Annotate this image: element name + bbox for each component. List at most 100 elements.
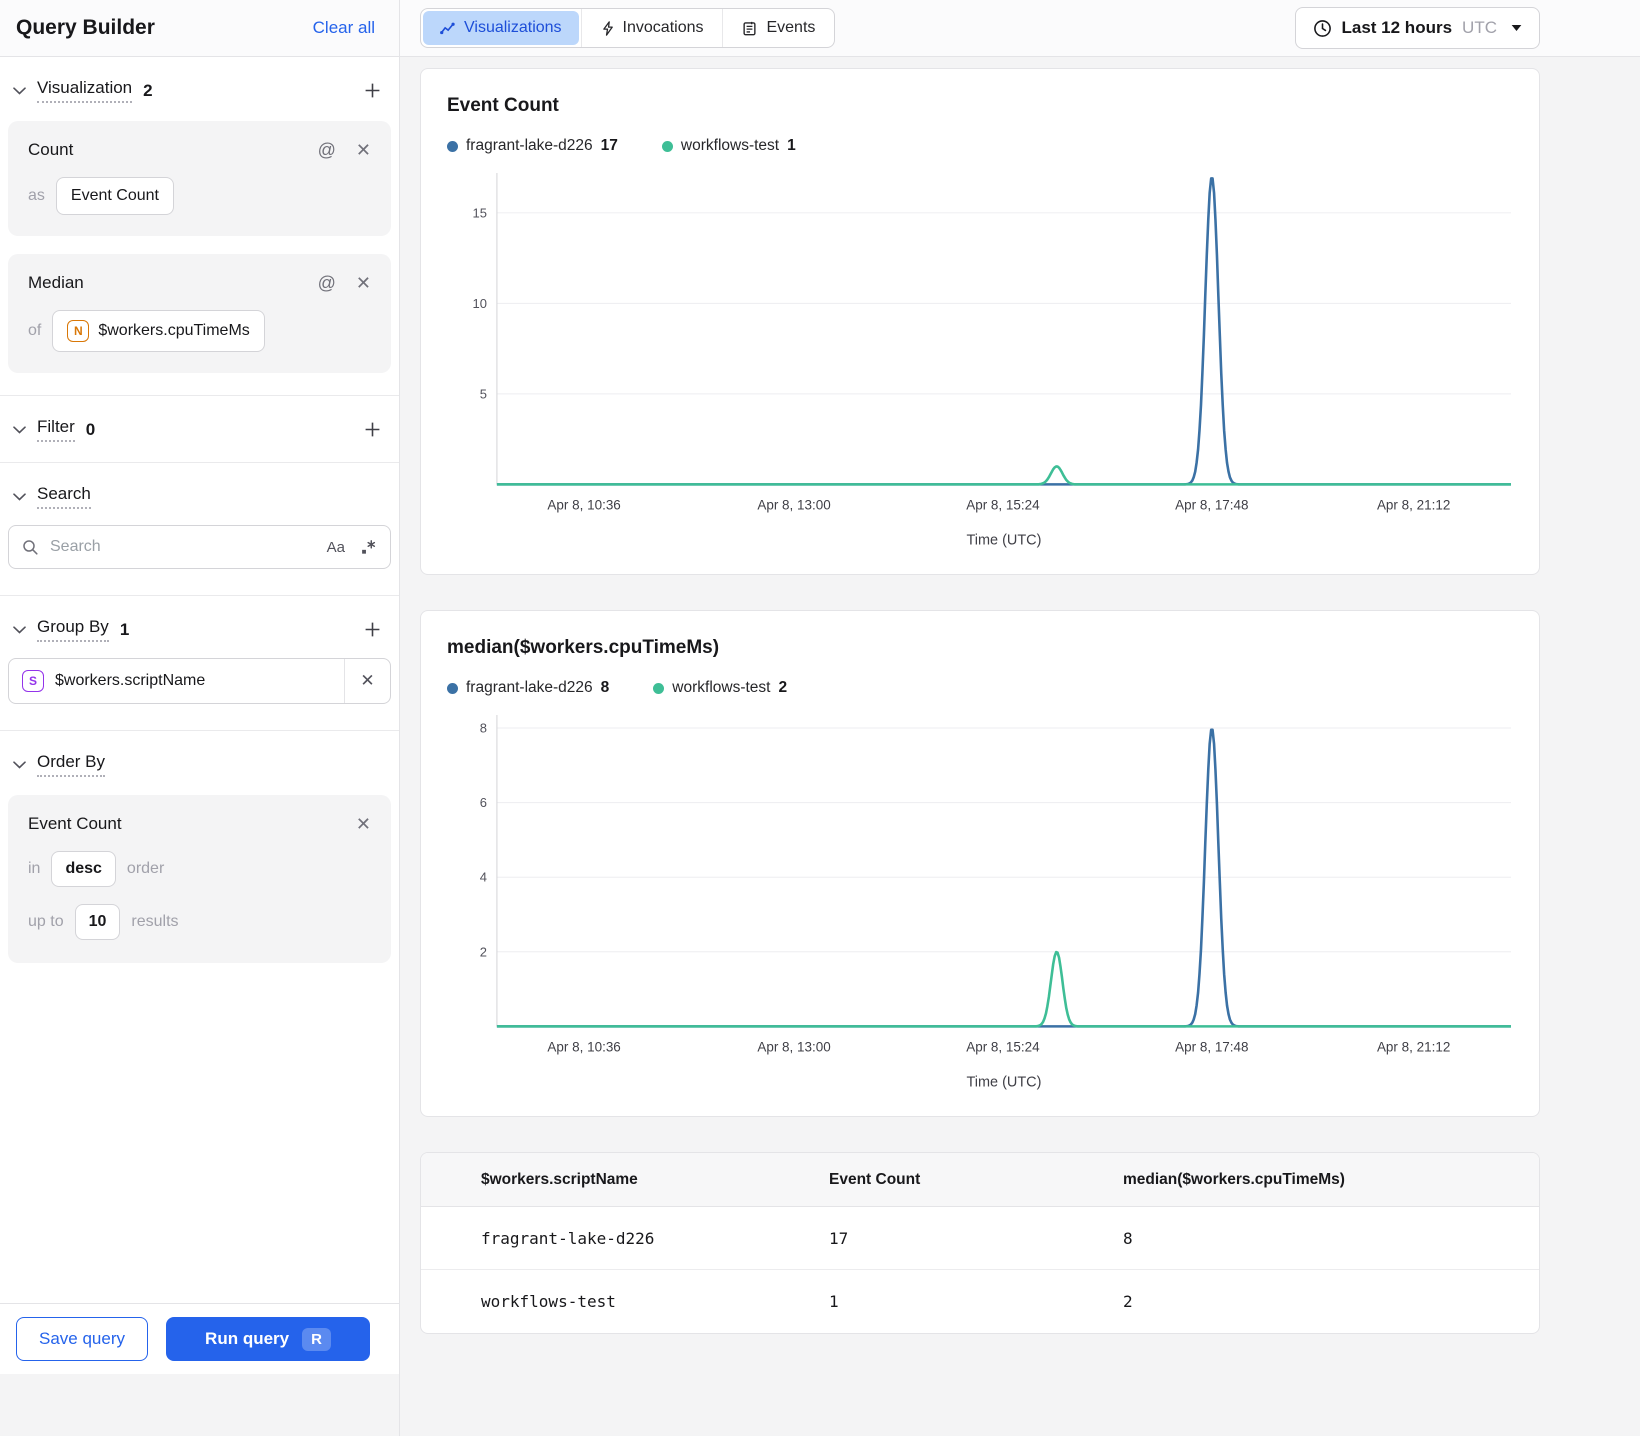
chevron-down-icon[interactable] (13, 625, 26, 634)
section-order-by: Order By Event Count ✕ in desc order up … (0, 731, 399, 967)
order-by-field-name: Event Count (28, 814, 122, 833)
legend-series-name: workflows-test (680, 137, 780, 154)
line-chart[interactable]: 2 4 6 8 Apr 8, 10:36 Apr 8, 13:00 Apr 8, 15:24… (445, 705, 1515, 1108)
match-case-icon[interactable]: Aa (327, 539, 345, 556)
x-tick-label: Apr 8, 15:24 (966, 1040, 1040, 1055)
x-tick-label: Apr 8, 13:00 (757, 1040, 830, 1055)
visualization-card-count: Count @ ✕ as Event Count (8, 121, 391, 236)
at-icon[interactable]: @ (318, 141, 336, 159)
tab-visualizations[interactable]: Visualizations (423, 11, 579, 45)
legend-item[interactable]: fragrant-lake-d226 17 (447, 137, 618, 155)
series-line (496, 728, 1511, 1028)
group-by-count: 1 (119, 619, 130, 639)
section-group-by: Group By 1 S $workers.scriptName ✕ (0, 596, 399, 731)
close-icon[interactable]: ✕ (356, 141, 371, 159)
legend-series-name: fragrant-lake-d226 (466, 679, 593, 697)
aggregation-name: Median (28, 273, 84, 292)
y-tick-label: 8 (480, 721, 487, 736)
up-to-label: up to (28, 913, 64, 930)
top-bar: Query Builder Clear all Visualizations I… (0, 0, 1640, 57)
series-line (496, 465, 1511, 486)
chart-plot-area: 2 4 6 8 Apr 8, 10:36 Apr 8, 13:00 Apr 8, 15:24… (445, 705, 1515, 1108)
table-header-row: $workers.scriptName Event Count median($… (421, 1153, 1539, 1208)
table-row: fragrant-lake-d226 17 8 (421, 1207, 1539, 1271)
field-name: $workers.cpuTimeMs (98, 322, 250, 339)
close-icon[interactable]: ✕ (356, 274, 371, 292)
column-event-count: Event Count (829, 1170, 921, 1188)
legend-series-value: 17 (600, 137, 618, 154)
at-icon[interactable]: @ (318, 274, 336, 292)
chart-plot-area: 5 10 15 Apr 8, 10:36 Apr 8, 13:00 Apr 8, 15:2… (445, 163, 1515, 566)
as-label: as (28, 187, 45, 204)
chart-card-median-cputime: median($workers.cpuTimeMs) fragrant-lake… (420, 610, 1540, 1118)
group-by-field[interactable]: S $workers.scriptName ✕ (8, 658, 391, 704)
chevron-down-icon[interactable] (13, 760, 26, 769)
legend-dot (653, 682, 665, 694)
chart-legend: fragrant-lake-d226 8 workflows-test 2 (447, 679, 1515, 697)
section-title-group-by: Group By (37, 617, 109, 642)
sort-direction-selector[interactable]: desc (51, 851, 116, 887)
chevron-down-icon[interactable] (13, 425, 26, 434)
section-visualization: Visualization 2 Count @ ✕ as Event Count (0, 57, 399, 396)
x-tick-label: Apr 8, 17:48 (1175, 1040, 1248, 1055)
add-visualization-button[interactable] (364, 82, 381, 99)
chevron-down-icon[interactable] (13, 86, 26, 95)
chart-title: Event Count (447, 95, 559, 116)
results-panel: Event Count fragrant-lake-d226 17 workflow… (400, 57, 1640, 1436)
x-tick-label: Apr 8, 21:12 (1377, 497, 1450, 512)
column-median-cputime: median($workers.cpuTimeMs) (1123, 1170, 1345, 1188)
tab-label: Visualizations (464, 19, 562, 36)
tab-invocations[interactable]: Invocations (580, 9, 723, 47)
column-script-name: $workers.scriptName (481, 1170, 638, 1188)
view-tabs: Visualizations Invocations Events (420, 8, 836, 48)
cell-script-name: workflows-test (481, 1292, 616, 1312)
cell-event-count: 1 (829, 1292, 839, 1312)
legend-series-value: 1 (787, 137, 796, 154)
save-query-button[interactable]: Save query (16, 1317, 148, 1361)
section-title-filter: Filter (37, 417, 75, 442)
legend-item[interactable]: fragrant-lake-d226 8 (447, 679, 609, 697)
series-line (496, 951, 1511, 1028)
y-tick-label: 2 (480, 945, 487, 960)
time-range-selector[interactable]: Last 12 hours UTC (1294, 7, 1540, 49)
close-icon[interactable]: ✕ (356, 815, 371, 833)
legend-series-name: workflows-test (672, 679, 771, 697)
add-group-by-button[interactable] (364, 621, 381, 638)
limit-field[interactable]: 10 (74, 904, 121, 940)
legend-item[interactable]: workflows-test 1 (661, 137, 796, 155)
results-table: $workers.scriptName Event Count median($… (420, 1152, 1540, 1335)
regex-icon[interactable] (360, 539, 377, 556)
run-query-button[interactable]: Run query R (166, 1317, 370, 1361)
x-axis-label: Time (UTC) (966, 1075, 1041, 1091)
legend-dot (447, 682, 458, 694)
section-filter: Filter 0 (0, 396, 399, 463)
x-tick-label: Apr 8, 17:48 (1175, 497, 1248, 512)
legend-item[interactable]: workflows-test 2 (653, 679, 787, 697)
timezone-label: UTC (1462, 18, 1497, 37)
add-filter-button[interactable] (364, 421, 381, 438)
lightning-icon (601, 20, 614, 36)
time-range-value: Last 12 hours (1341, 18, 1453, 37)
events-icon (742, 21, 757, 36)
filter-count: 0 (85, 419, 96, 439)
visualization-card-median: Median @ ✕ of N $workers.cpuTimeMs (8, 254, 391, 373)
search-input[interactable] (48, 537, 318, 557)
chevron-down-icon[interactable] (13, 492, 26, 501)
legend-series-value: 8 (600, 679, 610, 697)
chart-title: median($workers.cpuTimeMs) (447, 637, 720, 659)
search-icon (22, 539, 39, 556)
y-tick-label: 5 (480, 386, 487, 401)
chart-card-event-count: Event Count fragrant-lake-d226 17 workflow… (420, 68, 1540, 576)
legend-dot (661, 140, 673, 152)
query-builder-sidebar: Visualization 2 Count @ ✕ as Event Count (0, 57, 400, 1436)
line-chart[interactable]: 5 10 15 Apr 8, 10:36 Apr 8, 13:00 Apr 8, 15:2… (445, 163, 1515, 566)
field-selector[interactable]: N $workers.cpuTimeMs (52, 310, 265, 352)
sidebar-header: Query Builder Clear all (0, 0, 400, 56)
close-icon[interactable]: ✕ (344, 659, 390, 703)
search-box: Aa (8, 525, 391, 569)
alias-field[interactable]: Event Count (55, 177, 174, 215)
table-row: workflows-test 1 2 (421, 1270, 1539, 1333)
tab-events[interactable]: Events (722, 9, 834, 47)
clear-all-link[interactable]: Clear all (313, 18, 375, 38)
string-type-icon: S (22, 670, 44, 692)
